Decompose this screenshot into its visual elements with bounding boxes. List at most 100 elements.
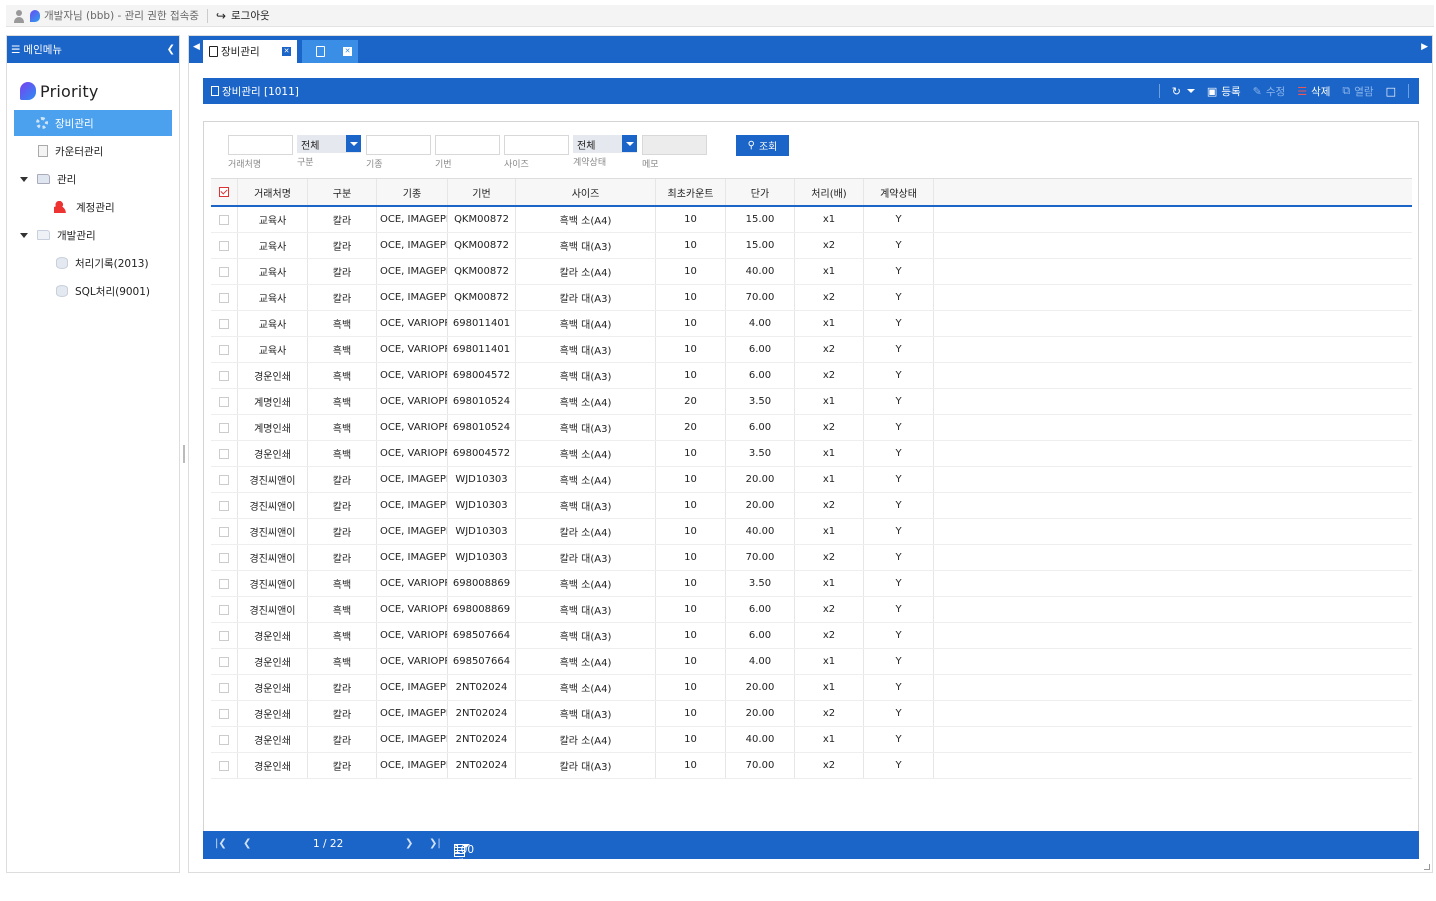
tab-blank[interactable]: ✕: [302, 40, 358, 63]
row-checkbox[interactable]: [219, 266, 229, 277]
size-input[interactable]: [504, 135, 569, 155]
column-header[interactable]: 기종: [377, 179, 448, 205]
table-row[interactable]: 계명인쇄흑백OCE, VARIOPRINT698010524흑백 대(A3)20…: [211, 415, 1412, 441]
chevron-down-icon[interactable]: [462, 844, 470, 848]
chevron-down-icon[interactable]: [622, 135, 637, 152]
serial-input[interactable]: [435, 135, 500, 155]
row-checkbox[interactable]: [219, 240, 229, 251]
refresh-button[interactable]: ↻: [1172, 85, 1195, 98]
table-row[interactable]: 경진씨앤이흑백OCE, VARIOPRINT698008869흑백 대(A3)1…: [211, 597, 1412, 623]
register-button[interactable]: ▣ 등록: [1207, 84, 1241, 99]
tab-scroll-left-icon[interactable]: ◀: [193, 42, 200, 52]
table-row[interactable]: 교육사칼라OCE, IMAGEPROQKM00872칼라 대(A3)1070.0…: [211, 285, 1412, 311]
client-name-input[interactable]: [228, 135, 293, 155]
close-icon[interactable]: ✕: [343, 47, 352, 56]
row-checkbox[interactable]: [219, 500, 229, 511]
column-header[interactable]: 처리(배): [795, 179, 864, 205]
last-page-icon[interactable]: ❯|: [429, 838, 441, 849]
table-row[interactable]: 교육사흑백OCE, VARIOPRINT698011401흑백 대(A3)106…: [211, 337, 1412, 363]
delete-button[interactable]: ☰ 삭제: [1297, 84, 1330, 99]
row-checkbox[interactable]: [219, 682, 229, 693]
column-header[interactable]: 최초카운트: [656, 179, 726, 205]
row-checkbox[interactable]: [219, 422, 229, 433]
close-icon[interactable]: ✕: [282, 47, 291, 56]
model-input[interactable]: [366, 135, 431, 155]
row-checkbox[interactable]: [219, 526, 229, 537]
splitter-handle[interactable]: [183, 445, 185, 463]
sidebar-item-counter[interactable]: 카운터관리: [7, 138, 103, 164]
row-checkbox[interactable]: [219, 578, 229, 589]
prev-page-icon[interactable]: ❮: [243, 838, 251, 849]
edit-button[interactable]: ✎ 수정: [1253, 84, 1286, 99]
sidebar-item-dev[interactable]: 개발관리: [7, 222, 96, 248]
table-row[interactable]: 경운인쇄칼라OCE, IMAGEPRO2NT02024흑백 대(A3)1020.…: [211, 701, 1412, 727]
table-row[interactable]: 계명인쇄흑백OCE, VARIOPRINT698010524흑백 소(A4)20…: [211, 389, 1412, 415]
expand-icon[interactable]: [20, 176, 28, 182]
column-header[interactable]: 사이즈: [516, 179, 656, 205]
row-checkbox[interactable]: [219, 760, 229, 771]
row-checkbox[interactable]: [219, 214, 229, 225]
table-row[interactable]: 경운인쇄칼라OCE, IMAGEPRO2NT02024흑백 소(A4)1020.…: [211, 675, 1412, 701]
table-row[interactable]: 경진씨앤이칼라OCE, IMAGEPROWJD10303흑백 대(A3)1020…: [211, 493, 1412, 519]
table-row[interactable]: 경진씨앤이칼라OCE, IMAGEPROWJD10303칼라 소(A4)1040…: [211, 519, 1412, 545]
tab-equipment[interactable]: 장비관리 ✕: [203, 40, 297, 63]
memo-input[interactable]: [642, 135, 707, 155]
table-cell: Y: [864, 545, 934, 570]
table-row[interactable]: 경운인쇄칼라OCE, IMAGEPRO2NT02024칼라 소(A4)1040.…: [211, 727, 1412, 753]
sidebar-item-accounts[interactable]: 계정관리: [7, 194, 115, 220]
maximize-button[interactable]: □: [1386, 85, 1400, 98]
row-checkbox[interactable]: [219, 630, 229, 641]
menu-icon[interactable]: ☰: [11, 44, 20, 56]
collapse-sidebar-icon[interactable]: ❮: [167, 44, 175, 55]
select-all-checkbox[interactable]: [219, 187, 229, 197]
resize-handle[interactable]: [1424, 864, 1430, 870]
logout-icon[interactable]: ↪: [216, 9, 226, 23]
table-row[interactable]: 교육사칼라OCE, IMAGEPROQKM00872칼라 소(A4)1040.0…: [211, 259, 1412, 285]
sidebar-item-equipment[interactable]: 장비관리: [14, 110, 172, 136]
row-checkbox[interactable]: [219, 344, 229, 355]
sidebar-item-sql[interactable]: SQL처리(9001): [7, 278, 150, 304]
tab-scroll-right-icon[interactable]: ▶: [1421, 42, 1428, 52]
column-header[interactable]: 단가: [726, 179, 795, 205]
next-page-icon[interactable]: ❯: [405, 838, 413, 849]
page-title: 장비관리 [1011]: [222, 85, 299, 98]
table-row[interactable]: 교육사칼라OCE, IMAGEPROQKM00872흑백 소(A4)1015.0…: [211, 207, 1412, 233]
table-row[interactable]: 경진씨앤이칼라OCE, IMAGEPROWJD10303칼라 대(A3)1070…: [211, 545, 1412, 571]
table-row[interactable]: 경운인쇄흑백OCE, VARIOPRINT698004572흑백 대(A3)10…: [211, 363, 1412, 389]
column-header[interactable]: 기번: [448, 179, 516, 205]
table-row[interactable]: 경진씨앤이흑백OCE, VARIOPRINT698008869흑백 소(A4)1…: [211, 571, 1412, 597]
view-button[interactable]: ⧉ 열람: [1342, 84, 1373, 99]
logout-link[interactable]: 로그아웃: [231, 8, 270, 23]
table-row[interactable]: 경운인쇄칼라OCE, IMAGEPRO2NT02024칼라 대(A3)1070.…: [211, 753, 1412, 779]
chevron-down-icon[interactable]: [346, 135, 361, 152]
column-header[interactable]: 구분: [308, 179, 377, 205]
row-checkbox[interactable]: [219, 656, 229, 667]
row-checkbox[interactable]: [219, 292, 229, 303]
row-checkbox[interactable]: [219, 604, 229, 615]
row-checkbox[interactable]: [219, 396, 229, 407]
row-checkbox[interactable]: [219, 448, 229, 459]
search-button[interactable]: ⚲ 조회: [736, 135, 789, 156]
column-header[interactable]: 거래처명: [238, 179, 308, 205]
table-header: 거래처명 구분 기종 기번 사이즈 최초카운트 단가 처리(배) 계약상태: [211, 178, 1412, 207]
sidebar-item-manage[interactable]: 관리: [7, 166, 76, 192]
row-checkbox[interactable]: [219, 734, 229, 745]
type-select[interactable]: 전체: [297, 135, 361, 153]
row-checkbox[interactable]: [219, 708, 229, 719]
first-page-icon[interactable]: |❮: [215, 838, 227, 849]
row-checkbox[interactable]: [219, 318, 229, 329]
table-row[interactable]: 경운인쇄흑백OCE, VARIOPRINT698507664흑백 대(A3)10…: [211, 623, 1412, 649]
table-row[interactable]: 교육사칼라OCE, IMAGEPROQKM00872흑백 대(A3)1015.0…: [211, 233, 1412, 259]
row-checkbox[interactable]: [219, 474, 229, 485]
table-row[interactable]: 경운인쇄흑백OCE, VARIOPRINT698507664흑백 소(A4)10…: [211, 649, 1412, 675]
sidebar-item-process-log[interactable]: 처리기록(2013): [7, 250, 149, 276]
row-checkbox[interactable]: [219, 370, 229, 381]
table-cell: 40.00: [726, 727, 795, 752]
table-row[interactable]: 교육사흑백OCE, VARIOPRINT698011401흑백 대(A4)104…: [211, 311, 1412, 337]
contract-select[interactable]: 전체: [573, 135, 637, 153]
row-checkbox[interactable]: [219, 552, 229, 563]
expand-icon[interactable]: [20, 232, 28, 238]
table-row[interactable]: 경운인쇄흑백OCE, VARIOPRINT698004572흑백 소(A4)10…: [211, 441, 1412, 467]
table-row[interactable]: 경진씨앤이칼라OCE, IMAGEPROWJD10303흑백 소(A4)1020…: [211, 467, 1412, 493]
column-header[interactable]: 계약상태: [864, 179, 934, 205]
